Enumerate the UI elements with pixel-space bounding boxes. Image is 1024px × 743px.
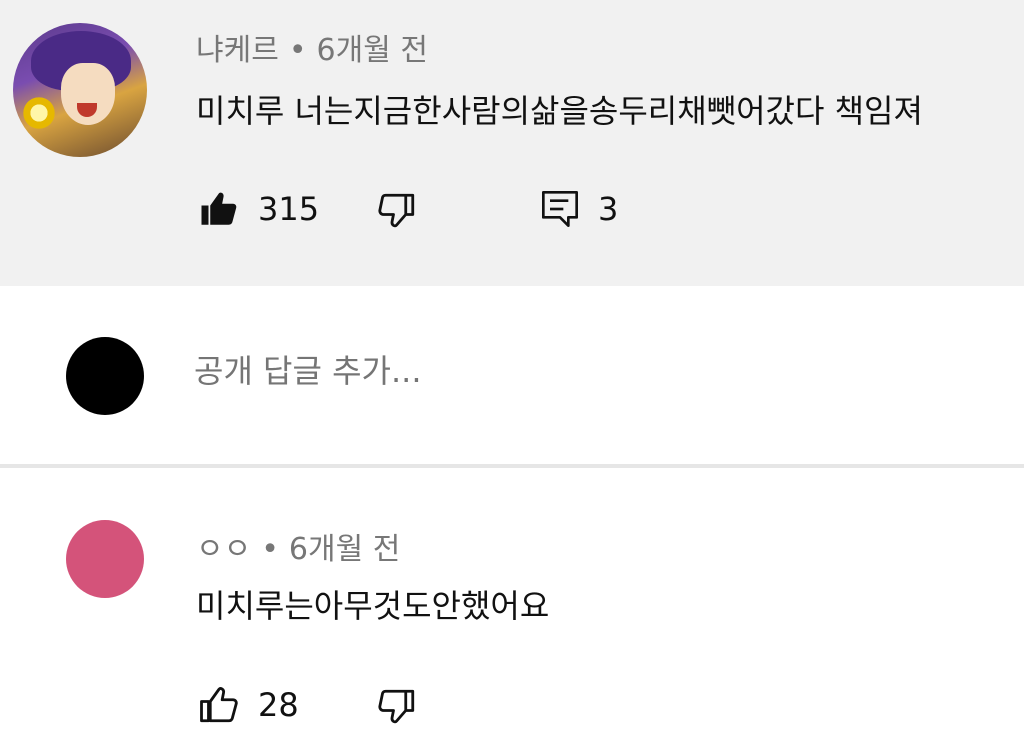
comment-time: 6개월 전 bbox=[288, 532, 401, 567]
comments-page: 냐케르 • 6개월 전 미치루 너는지금한사람의삶을송두리채뺏어갔다 책임져 315 bbox=[0, 0, 1024, 743]
dislike-button[interactable] bbox=[376, 686, 418, 728]
comment-text: 미치루는아무것도안했어요 bbox=[196, 587, 550, 625]
thumbs-up-filled-icon bbox=[198, 188, 240, 230]
avatar[interactable] bbox=[13, 23, 147, 157]
reply-input[interactable] bbox=[194, 352, 894, 390]
comment-highlighted: 냐케르 • 6개월 전 미치루 너는지금한사람의삶을송두리채뺏어갔다 책임져 315 bbox=[0, 0, 1024, 286]
like-button[interactable]: 28 bbox=[198, 684, 299, 726]
like-count: 315 bbox=[258, 190, 320, 228]
reply-icon bbox=[540, 188, 580, 230]
meta-separator: • bbox=[288, 33, 307, 68]
thumbs-down-icon bbox=[376, 190, 418, 232]
comment: ㅇㅇ • 6개월 전 미치루는아무것도안했어요 28 bbox=[0, 468, 1024, 743]
avatar[interactable] bbox=[66, 337, 144, 415]
like-button[interactable]: 315 bbox=[198, 188, 319, 230]
reply-button[interactable]: 3 bbox=[540, 188, 618, 230]
comment-meta: 냐케르 • 6개월 전 bbox=[196, 25, 428, 69]
comment-author[interactable]: ㅇㅇ bbox=[196, 532, 251, 567]
like-count: 28 bbox=[258, 686, 299, 724]
reply-row bbox=[0, 286, 1024, 466]
reply-count: 3 bbox=[598, 190, 619, 228]
thumbs-up-icon bbox=[198, 684, 240, 726]
comment-time: 6개월 전 bbox=[316, 33, 428, 68]
comment-meta: ㅇㅇ • 6개월 전 bbox=[196, 524, 400, 568]
comment-author[interactable]: 냐케르 bbox=[196, 33, 279, 68]
meta-separator: • bbox=[261, 532, 279, 567]
comment-text: 미치루 너는지금한사람의삶을송두리채뺏어갔다 책임져 bbox=[196, 92, 923, 130]
dislike-button[interactable] bbox=[376, 190, 418, 232]
thumbs-down-icon bbox=[376, 686, 418, 728]
avatar[interactable] bbox=[66, 520, 144, 598]
